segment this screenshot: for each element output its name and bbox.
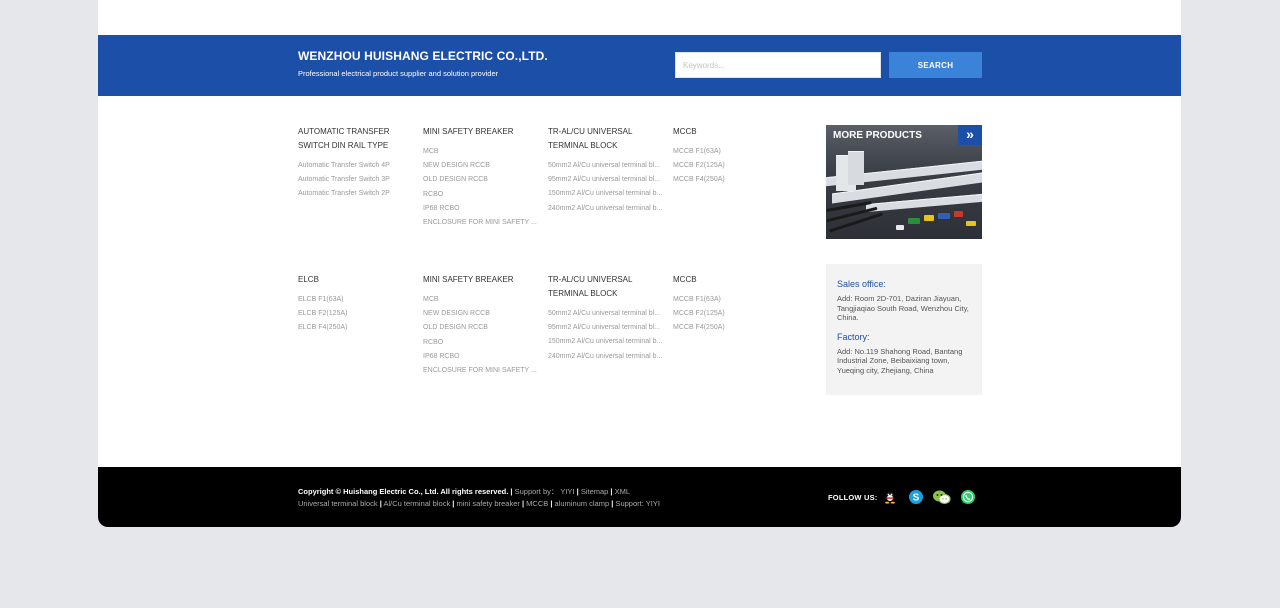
wechat-icon[interactable] (932, 489, 952, 505)
list-item[interactable]: OLD DESIGN RCCB (423, 173, 541, 187)
column-list: MCCB F1(63A) MCCB F2(125A) MCCB F4(250A) (673, 293, 791, 336)
list-item[interactable]: 150mm2 Al/Cu universal terminal b... (548, 187, 666, 201)
list-item[interactable]: ELCB F1(63A) (298, 293, 416, 307)
column-title[interactable]: AUTOMATIC TRANSFER SWITCH DIN RAIL TYPE (298, 125, 416, 153)
list-item[interactable]: MCCB F4(250A) (673, 321, 791, 335)
list-item[interactable]: ENCLOSURE FOR MINI SAFETY ... (423, 216, 541, 230)
column-title[interactable]: TR-AL/CU UNIVERSAL TERMINAL BLOCK (548, 125, 666, 153)
list-item[interactable]: 95mm2 Al/Cu universal terminal bl... (548, 173, 666, 187)
search-button[interactable]: SEARCH (889, 52, 982, 78)
more-products-title: MORE PRODUCTS (833, 130, 922, 141)
list-item[interactable]: 50mm2 Al/Cu universal terminal bl... (548, 307, 666, 321)
factory-address: Add: No.119 Shahong Road, Bantang Indust… (837, 346, 963, 375)
list-item[interactable]: Automatic Transfer Switch 4P (298, 159, 416, 173)
list-item[interactable]: NEW DESIGN RCCB (423, 307, 541, 321)
list-item[interactable]: ELCB F4(250A) (298, 321, 416, 335)
list-item[interactable]: MCCB F4(250A) (673, 173, 791, 187)
copyright-text: Copyright © Huishang Electric Co., Ltd. … (298, 487, 509, 496)
qq-icon[interactable] (882, 489, 898, 505)
column-mini-safety-breaker-2: MINI SAFETY BREAKER MCB NEW DESIGN RCCB … (423, 273, 541, 378)
list-item[interactable]: MCB (423, 145, 541, 159)
list-item[interactable]: MCCB F1(63A) (673, 145, 791, 159)
company-bar: WENZHOU HUISHANG ELECTRIC CO.,LTD. Profe… (98, 35, 1181, 96)
list-item[interactable]: ELCB F2(125A) (298, 307, 416, 321)
list-item[interactable]: OLD DESIGN RCCB (423, 321, 541, 335)
column-mccb: MCCB MCCB F1(63A) MCCB F2(125A) MCCB F4(… (673, 125, 791, 188)
sales-office-heading: Sales office: (837, 279, 886, 289)
column-title[interactable]: MINI SAFETY BREAKER (423, 273, 541, 287)
list-item[interactable]: MCCB F2(125A) (673, 307, 791, 321)
footer-link[interactable]: mini safety breaker (457, 499, 520, 508)
page-container: WENZHOU HUISHANG ELECTRIC CO.,LTD. Profe… (98, 0, 1181, 527)
list-item[interactable]: RCBO (423, 336, 541, 350)
list-item[interactable]: MCB (423, 293, 541, 307)
column-terminal-block-2: TR-AL/CU UNIVERSAL TERMINAL BLOCK 50mm2 … (548, 273, 666, 364)
footer-links: Universal terminal block | Al/Cu termina… (298, 499, 660, 508)
column-title[interactable]: MINI SAFETY BREAKER (423, 125, 541, 139)
skype-icon[interactable]: S (908, 489, 924, 505)
company-slogan: Professional electrical product supplier… (298, 69, 499, 78)
search-input[interactable] (675, 52, 881, 78)
column-list: 50mm2 Al/Cu universal terminal bl... 95m… (548, 159, 666, 216)
column-title[interactable]: MCCB (673, 273, 791, 287)
column-list: MCB NEW DESIGN RCCB OLD DESIGN RCCB RCBO… (423, 145, 541, 230)
column-title[interactable]: ELCB (298, 273, 416, 287)
list-item[interactable]: IP68 RCBO (423, 350, 541, 364)
list-item[interactable]: 240mm2 Al/Cu universal terminal b... (548, 202, 666, 216)
footer-link[interactable]: MCCB (526, 499, 548, 508)
factory-heading: Factory: (837, 331, 870, 342)
sales-office-address: Add: Room 2D-701, Daziran Jiayuan, Tangj… (837, 294, 969, 322)
column-list: MCCB F1(63A) MCCB F2(125A) MCCB F4(250A) (673, 145, 791, 188)
list-item[interactable]: 240mm2 Al/Cu universal terminal b... (548, 350, 666, 364)
column-list: ELCB F1(63A) ELCB F2(125A) ELCB F4(250A) (298, 293, 416, 336)
list-item[interactable]: 150mm2 Al/Cu universal terminal b... (548, 335, 666, 349)
column-automatic-transfer-switch: AUTOMATIC TRANSFER SWITCH DIN RAIL TYPE … (298, 125, 416, 202)
column-title[interactable]: TR-AL/CU UNIVERSAL TERMINAL BLOCK (548, 273, 666, 301)
column-terminal-block: TR-AL/CU UNIVERSAL TERMINAL BLOCK 50mm2 … (548, 125, 666, 216)
company-name: WENZHOU HUISHANG ELECTRIC CO.,LTD. (298, 49, 548, 63)
footer-link[interactable]: Universal terminal block (298, 499, 378, 508)
footer-link[interactable]: aluminum clamp (555, 499, 610, 508)
list-item[interactable]: Automatic Transfer Switch 3P (298, 173, 416, 187)
support-label: Support by： (514, 487, 559, 496)
list-item[interactable]: Automatic Transfer Switch 2P (298, 187, 416, 201)
list-item[interactable]: IP68 RCBO (423, 202, 541, 216)
column-list: Automatic Transfer Switch 4P Automatic T… (298, 159, 416, 202)
column-mini-safety-breaker: MINI SAFETY BREAKER MCB NEW DESIGN RCCB … (423, 125, 541, 230)
footer: Copyright © Huishang Electric Co., Ltd. … (98, 467, 1181, 527)
whatsapp-icon[interactable] (960, 489, 976, 505)
follow-us-label: FOLLOW US: (828, 493, 878, 502)
list-item[interactable]: RCBO (423, 188, 541, 202)
double-chevron-right-icon[interactable]: » (958, 125, 982, 145)
footer-link[interactable]: Al/Cu terminal block (384, 499, 451, 508)
list-item[interactable]: NEW DESIGN RCCB (423, 159, 541, 173)
column-elcb: ELCB ELCB F1(63A) ELCB F2(125A) ELCB F4(… (298, 273, 416, 336)
column-mccb-2: MCCB MCCB F1(63A) MCCB F2(125A) MCCB F4(… (673, 273, 791, 336)
column-title[interactable]: MCCB (673, 125, 791, 139)
more-products-banner[interactable]: MORE PRODUCTS » (826, 125, 982, 239)
sitemap-link[interactable]: Sitemap (581, 487, 609, 496)
column-list: 50mm2 Al/Cu universal terminal bl... 95m… (548, 307, 666, 364)
column-list: MCB NEW DESIGN RCCB OLD DESIGN RCCB RCBO… (423, 293, 541, 378)
xml-link[interactable]: XML (615, 487, 630, 496)
support-link[interactable]: YIYI (560, 487, 574, 496)
list-item[interactable]: ENCLOSURE FOR MINI SAFETY ... (423, 364, 541, 378)
list-item[interactable]: MCCB F1(63A) (673, 293, 791, 307)
copyright-line: Copyright © Huishang Electric Co., Ltd. … (298, 487, 631, 496)
list-item[interactable]: MCCB F2(125A) (673, 159, 791, 173)
support-text: Support: YIYI (615, 499, 660, 508)
office-info-box: Sales office: Add: Room 2D-701, Daziran … (826, 264, 982, 395)
list-item[interactable]: 95mm2 Al/Cu universal terminal bl... (548, 321, 666, 335)
list-item[interactable]: 50mm2 Al/Cu universal terminal bl... (548, 159, 666, 173)
svg-text:S: S (913, 493, 920, 504)
